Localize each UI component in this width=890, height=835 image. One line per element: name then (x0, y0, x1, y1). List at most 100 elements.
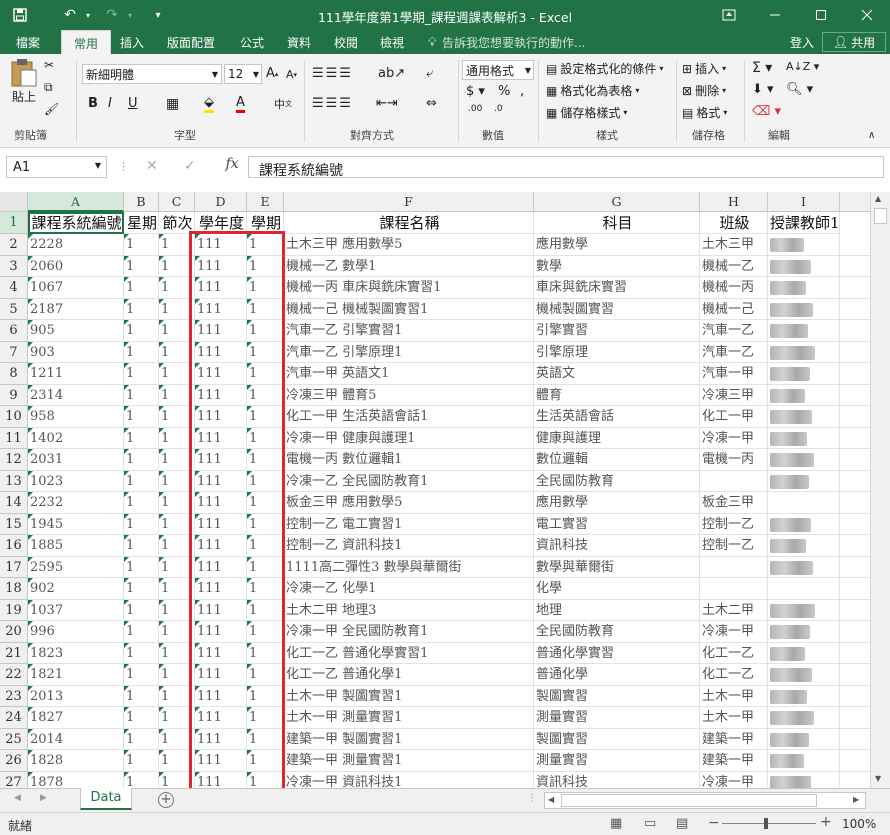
scroll-down-icon[interactable]: ▼ (875, 774, 881, 783)
row-header[interactable]: 13 (0, 470, 28, 492)
school-year-cell[interactable]: 111 (195, 492, 247, 514)
class-cell[interactable]: 土木二甲 (700, 599, 768, 621)
number-format-select[interactable]: 通用格式 ▼ (462, 60, 534, 80)
school-year-cell[interactable]: 111 (195, 556, 247, 578)
find-select-icon[interactable]: 🔍︎ ▾ (786, 82, 813, 97)
tab-data[interactable]: 資料 (287, 34, 311, 51)
row-header[interactable]: 18 (0, 578, 28, 600)
weekday-cell[interactable]: 1 (124, 771, 159, 788)
empty-cell[interactable] (840, 707, 870, 729)
share-button[interactable]: 👤︎ 共用 (822, 32, 886, 52)
school-year-cell[interactable]: 111 (195, 664, 247, 686)
period-cell[interactable]: 1 (159, 535, 195, 557)
period-cell[interactable]: 1 (159, 298, 195, 320)
weekday-cell[interactable]: 1 (124, 750, 159, 772)
empty-cell[interactable] (840, 643, 870, 664)
semester-cell[interactable]: 1 (247, 642, 284, 664)
course-name-cell[interactable]: 化工一乙 普通化學實習1 (284, 642, 534, 664)
subject-cell[interactable]: 資訊科技 (534, 771, 700, 788)
school-year-cell[interactable]: 111 (195, 513, 247, 535)
empty-cell[interactable] (840, 234, 870, 256)
period-cell[interactable]: 1 (159, 664, 195, 686)
school-year-cell[interactable]: 111 (195, 621, 247, 643)
weekday-cell[interactable]: 1 (124, 363, 159, 385)
school-year-cell[interactable]: 111 (195, 449, 247, 471)
row-header[interactable]: 9 (0, 384, 28, 406)
class-cell[interactable]: 汽車一甲 (700, 363, 768, 385)
sheet-tab-data[interactable]: Data (80, 788, 132, 810)
empty-cell[interactable] (840, 578, 870, 600)
course-id-cell[interactable]: 905 (28, 320, 124, 342)
school-year-cell[interactable]: 111 (195, 320, 247, 342)
period-cell[interactable]: 1 (159, 728, 195, 750)
semester-cell[interactable]: 1 (247, 384, 284, 406)
header-cell[interactable]: 班級 (700, 212, 768, 234)
school-year-cell[interactable]: 111 (195, 470, 247, 492)
subject-cell[interactable]: 電工實習 (534, 513, 700, 535)
weekday-cell[interactable]: 1 (124, 599, 159, 621)
column-header-d[interactable]: D (195, 192, 247, 212)
course-name-cell[interactable]: 土木二甲 地理3 (284, 599, 534, 621)
row-header[interactable]: 15 (0, 513, 28, 535)
header-cell[interactable]: 課程名稱 (284, 212, 534, 234)
weekday-cell[interactable]: 1 (124, 449, 159, 471)
class-cell[interactable]: 土木一甲 (700, 707, 768, 729)
subject-cell[interactable]: 製圖實習 (534, 685, 700, 707)
course-id-cell[interactable]: 1037 (28, 599, 124, 621)
period-cell[interactable]: 1 (159, 341, 195, 363)
empty-cell[interactable] (840, 385, 870, 406)
semester-cell[interactable]: 1 (247, 234, 284, 256)
column-header-i[interactable]: I (768, 192, 840, 212)
subject-cell[interactable]: 化學 (534, 578, 700, 600)
course-name-cell[interactable]: 冷凍一甲 健康與護理1 (284, 427, 534, 449)
course-id-cell[interactable]: 2031 (28, 449, 124, 471)
school-year-cell[interactable]: 111 (195, 255, 247, 277)
row-header[interactable]: 8 (0, 363, 28, 385)
new-sheet-button[interactable]: + (158, 792, 174, 808)
course-id-cell[interactable]: 2187 (28, 298, 124, 320)
weekday-cell[interactable]: 1 (124, 341, 159, 363)
course-id-cell[interactable]: 1878 (28, 771, 124, 788)
course-name-cell[interactable]: 控制一乙 電工實習1 (284, 513, 534, 535)
vertical-align-icons[interactable]: ☰☰☰ (312, 66, 353, 81)
period-cell[interactable]: 1 (159, 277, 195, 299)
course-name-cell[interactable]: 土木一甲 製圖實習1 (284, 685, 534, 707)
row-header[interactable]: 19 (0, 599, 28, 621)
weekday-cell[interactable]: 1 (124, 255, 159, 277)
period-cell[interactable]: 1 (159, 427, 195, 449)
row-header[interactable]: 14 (0, 492, 28, 514)
course-id-cell[interactable]: 2013 (28, 685, 124, 707)
row-header[interactable]: 4 (0, 277, 28, 299)
row-header[interactable]: 16 (0, 535, 28, 557)
class-cell[interactable] (700, 556, 768, 578)
tab-file[interactable]: 檔案 (16, 34, 40, 51)
weekday-cell[interactable]: 1 (124, 384, 159, 406)
course-name-cell[interactable]: 冷凍一甲 全民國防教育1 (284, 621, 534, 643)
period-cell[interactable]: 1 (159, 707, 195, 729)
empty-cell[interactable] (840, 277, 870, 299)
period-cell[interactable]: 1 (159, 513, 195, 535)
period-cell[interactable]: 1 (159, 771, 195, 788)
empty-cell[interactable] (840, 772, 870, 789)
font-size-select[interactable]: 12 ▼ (224, 64, 262, 84)
period-cell[interactable]: 1 (159, 492, 195, 514)
empty-cell[interactable] (840, 342, 870, 363)
class-cell[interactable]: 控制一乙 (700, 535, 768, 557)
header-cell[interactable]: 學期 (247, 212, 284, 234)
cancel-icon[interactable]: ✕ (146, 158, 158, 174)
subject-cell[interactable]: 數學 (534, 255, 700, 277)
prev-sheet-icon[interactable]: ◀ (14, 793, 21, 803)
school-year-cell[interactable]: 111 (195, 750, 247, 772)
period-cell[interactable]: 1 (159, 750, 195, 772)
course-id-cell[interactable]: 1067 (28, 277, 124, 299)
period-cell[interactable]: 1 (159, 234, 195, 256)
orientation-icon[interactable]: ab↗ (378, 66, 405, 81)
weekday-cell[interactable]: 1 (124, 234, 159, 256)
horizontal-align-icons[interactable]: ☰☰☰ (312, 96, 353, 111)
semester-cell[interactable]: 1 (247, 255, 284, 277)
weekday-cell[interactable]: 1 (124, 707, 159, 729)
weekday-cell[interactable]: 1 (124, 621, 159, 643)
course-name-cell[interactable]: 板金三甲 應用數學5 (284, 492, 534, 514)
weekday-cell[interactable]: 1 (124, 535, 159, 557)
tell-me-box[interactable]: 告訴我您想要執行的動作... (442, 34, 585, 51)
